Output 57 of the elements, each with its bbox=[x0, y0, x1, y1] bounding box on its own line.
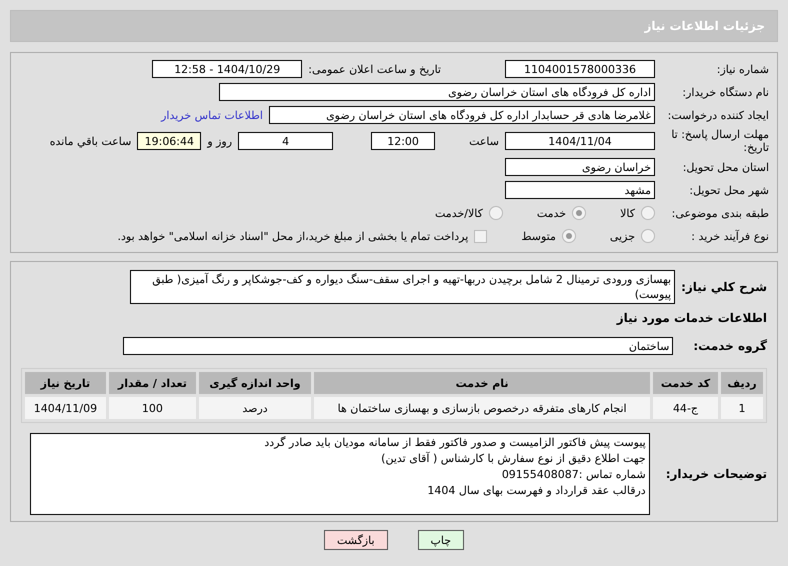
checkbox[interactable] bbox=[474, 230, 488, 242]
page-title: جزئیات اطلاعات نیاز bbox=[644, 19, 765, 33]
deadline-time-field: 12:00 bbox=[371, 132, 436, 150]
requester-field: غلامرضا هادی قر حسابدار اداره کل فرودگاه های استان خراسان رضوی bbox=[269, 106, 655, 124]
buyer-notes-field: پیوست پیش فاکتور الزامیست و صدور فاکتور فقط از سامانه مودیان باید صادر گردد جهت اطلاع دقیق از نوع سفارش با کارشناس ( آقای تدین) شماره تماس :09155408087 درقالب عقد قرارداد و فهرست بهای سال 1404 bbox=[30, 433, 650, 515]
field-label: شماره نیاز: bbox=[716, 62, 769, 76]
field-label: مهلت ارسال پاسخ: تا تاریخ: bbox=[670, 128, 769, 154]
print-button[interactable]: چاپ bbox=[418, 530, 464, 550]
field-label: طبقه بندی موضوعی: bbox=[670, 206, 769, 220]
radio-button[interactable] bbox=[572, 206, 586, 220]
radio-label: کالا/خدمت bbox=[435, 206, 483, 220]
buyer-org-field: اداره کل فرودگاه های استان خراسان رضوی bbox=[219, 83, 655, 101]
field-label: توضیحات خریدار: bbox=[666, 467, 767, 481]
buyer-contact-link[interactable]: اطلاعات تماس خریدار bbox=[161, 108, 263, 122]
time-label: ساعت bbox=[469, 134, 499, 148]
column-header: کد خدمت bbox=[653, 372, 718, 394]
province-field: خراسان رضوی bbox=[505, 158, 655, 176]
column-header: ردیف bbox=[720, 372, 763, 394]
column-header: نام خدمت bbox=[314, 372, 650, 394]
table-cell: 1 bbox=[720, 397, 763, 419]
field-label: نوع فرآیند خرید : bbox=[690, 230, 769, 242]
radio-label: کالا bbox=[620, 206, 635, 220]
field-label: شهر محل تحویل: bbox=[688, 184, 769, 196]
table-cell: انجام کارهای متفرقه درخصوص بازسازی و بهسازی ساختمان ها bbox=[314, 397, 650, 419]
description-field: بهسازی ورودی ترمینال 2 شامل برچیدن دربها-تهیه و اجرای سقف-سنگ دیواره و کف-جوشکاپر و رنگ آمیزی( طبق پیوست) bbox=[130, 270, 676, 304]
table-cell: 100 bbox=[108, 397, 196, 419]
remaining-time-field: 19:06:44 bbox=[137, 132, 202, 150]
radio-label: خدمت bbox=[536, 206, 566, 220]
table-cell: درصد bbox=[198, 397, 312, 419]
field-label: گروه خدمت: bbox=[693, 339, 767, 353]
days-label: روز و bbox=[207, 134, 232, 148]
column-header: تعداد / مقدار bbox=[108, 372, 196, 394]
field-label: نام دستگاه خریدار: bbox=[681, 86, 769, 98]
table-cell: ج-44 bbox=[653, 397, 718, 419]
section-heading: اطلاعات خدمات مورد نياز bbox=[616, 311, 767, 325]
radio-button[interactable] bbox=[641, 206, 655, 220]
field-label: تاریخ و ساعت اعلان عمومی: bbox=[308, 62, 441, 76]
column-header: تاریخ نیاز bbox=[25, 372, 106, 394]
field-label: استان محل تحویل: bbox=[682, 160, 769, 174]
radio-label: جزیی bbox=[610, 230, 635, 242]
days-field: 4 bbox=[238, 132, 334, 150]
radio-label: متوسط bbox=[521, 230, 556, 242]
table-cell: 1404/11/09 bbox=[25, 397, 106, 419]
remaining-label: ساعت باقي مانده bbox=[50, 134, 132, 148]
radio-button[interactable] bbox=[562, 229, 576, 243]
radio-button[interactable] bbox=[488, 206, 503, 220]
need-number-field: 1104001578000336 bbox=[505, 60, 655, 78]
radio-button[interactable] bbox=[641, 229, 655, 243]
field-label: ایجاد کننده درخواست: bbox=[666, 108, 769, 122]
back-button[interactable]: بازگشت bbox=[324, 530, 388, 550]
service-group-field: ساختمان bbox=[123, 337, 674, 355]
field-label: شرح کلي نياز: bbox=[681, 280, 767, 294]
deadline-date-field: 1404/11/04 bbox=[505, 132, 655, 150]
city-field: مشهد bbox=[505, 181, 655, 199]
checkbox-label: پرداخت تمام یا بخشی از مبلغ خرید،از محل "اسناد خزانه اسلامی" خواهد بود. bbox=[118, 230, 468, 242]
column-header: واحد اندازه گیری bbox=[198, 372, 312, 394]
announce-date-field: 1404/10/29 - 12:58 bbox=[152, 60, 302, 78]
